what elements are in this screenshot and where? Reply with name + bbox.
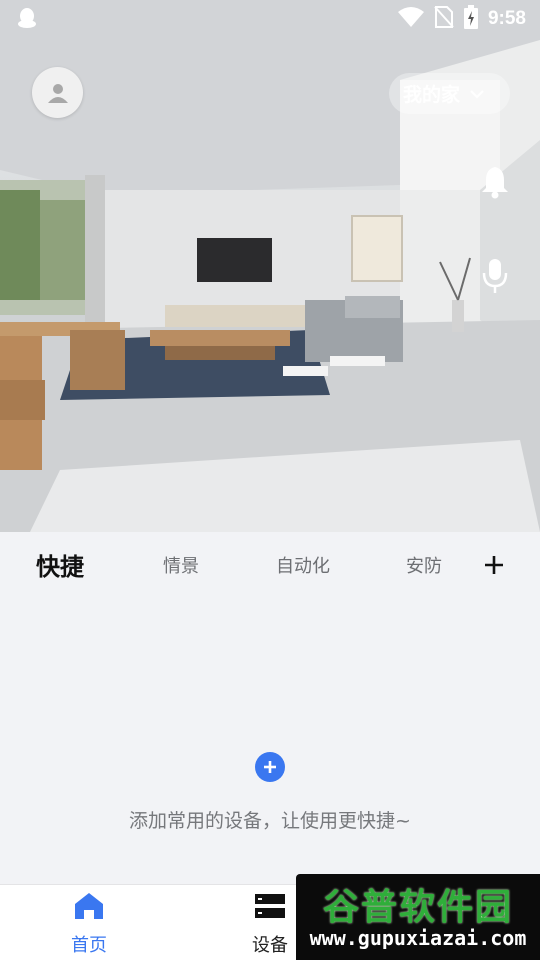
- tab-security[interactable]: 安防: [406, 532, 442, 602]
- nav-home-label: 首页: [71, 935, 107, 956]
- tab-scenes[interactable]: 情景: [163, 532, 199, 602]
- plus-icon: [485, 556, 503, 574]
- home-icon: [75, 893, 103, 919]
- status-time: 9:58: [487, 8, 526, 29]
- empty-state-message: 添加常用的设备，让使用更快捷~: [129, 810, 411, 832]
- watermark-url: www.gupuxiazai.com: [309, 926, 527, 950]
- devices-icon: [255, 894, 285, 918]
- add-tab-button[interactable]: [483, 554, 505, 580]
- home-selector[interactable]: 我的家: [389, 73, 510, 114]
- no-sim-icon: [434, 6, 454, 32]
- plus-icon: [264, 761, 276, 773]
- home-name: 我的家: [403, 84, 461, 106]
- watermark: 谷普软件园 www.gupuxiazai.com: [296, 874, 540, 960]
- battery-charging-icon: [463, 5, 478, 33]
- tab-automation[interactable]: 自动化: [276, 532, 330, 602]
- avatar[interactable]: [32, 67, 83, 118]
- avatar-icon: [47, 83, 68, 103]
- bell-icon: [482, 167, 508, 199]
- wifi-icon: [397, 6, 424, 32]
- nav-home[interactable]: 首页: [39, 885, 139, 960]
- add-device-button[interactable]: [255, 752, 285, 782]
- microphone-icon: [482, 259, 508, 293]
- watermark-title: 谷普软件园: [322, 887, 513, 928]
- notification-button[interactable]: [478, 164, 512, 204]
- qq-icon: [17, 7, 37, 33]
- status-bar: 9:58: [0, 0, 540, 36]
- voice-button[interactable]: [481, 258, 509, 298]
- chevron-down-icon: [470, 89, 484, 99]
- category-tabs: 快捷 情景 自动化 安防: [0, 532, 540, 602]
- tab-shortcuts[interactable]: 快捷: [36, 532, 84, 602]
